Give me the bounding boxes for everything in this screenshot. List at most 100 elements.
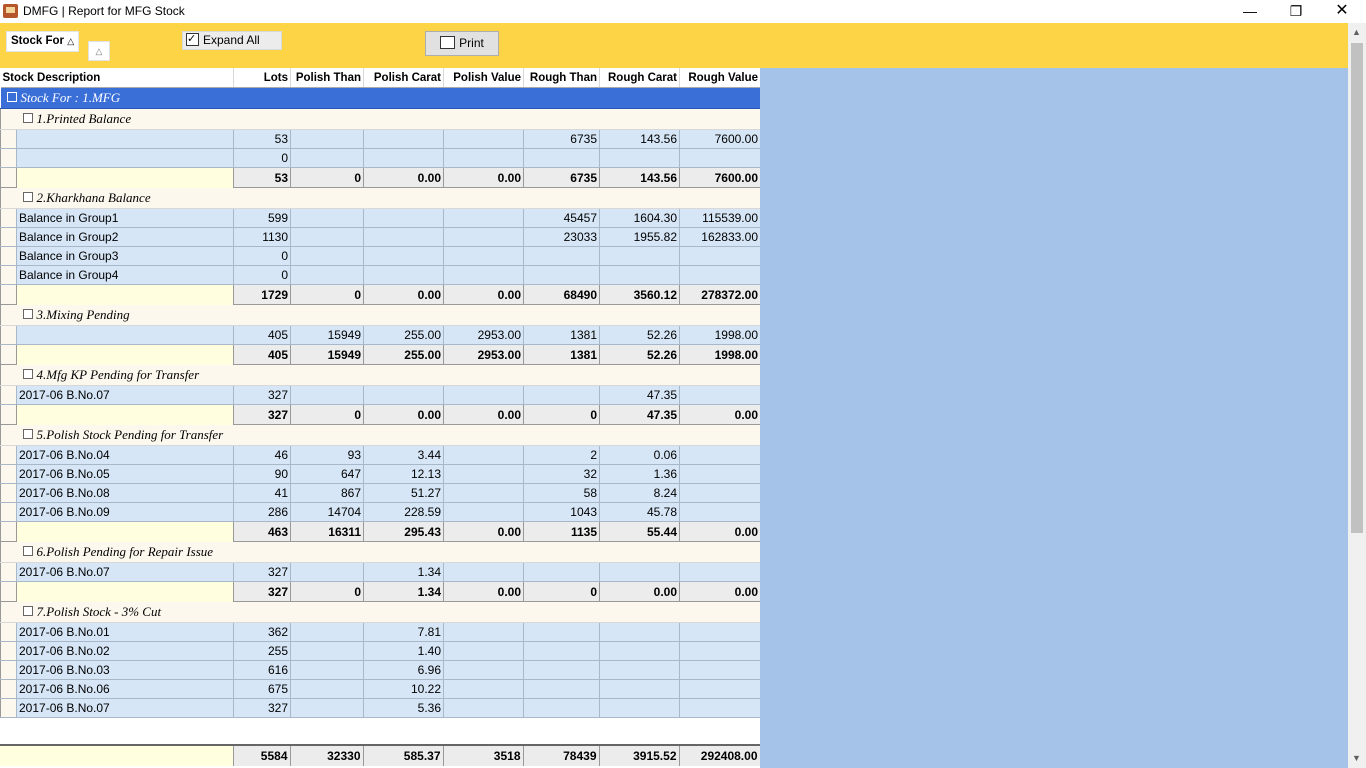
cell-value[interactable] — [679, 464, 760, 484]
collapse-icon[interactable] — [22, 546, 33, 556]
cell-value[interactable] — [443, 385, 524, 405]
collapse-icon[interactable] — [22, 429, 33, 439]
collapse-icon[interactable] — [22, 192, 33, 202]
cell-value[interactable]: 10.22 — [363, 679, 444, 699]
cell-description[interactable] — [16, 325, 234, 345]
col-header-polish-value[interactable]: Polish Value — [443, 68, 524, 88]
cell-value[interactable]: 286 — [233, 502, 291, 522]
col-header-polish-carat[interactable]: Polish Carat — [363, 68, 444, 88]
table-row[interactable]: Balance in Group4 0 — [0, 265, 760, 285]
cell-value[interactable]: 2953.00 — [443, 325, 524, 345]
cell-value[interactable]: 15949 — [290, 325, 364, 345]
cell-value[interactable] — [679, 385, 760, 405]
cell-value[interactable] — [290, 265, 364, 285]
restore-icon[interactable]: ❐ — [1273, 0, 1319, 23]
cell-description[interactable]: 2017-06 B.No.01 — [16, 622, 234, 642]
cell-value[interactable] — [523, 385, 600, 405]
cell-value[interactable]: 255 — [233, 641, 291, 661]
cell-value[interactable] — [443, 246, 524, 266]
cell-value[interactable]: 32 — [523, 464, 600, 484]
cell-value[interactable]: 143.56 — [599, 129, 680, 149]
cell-value[interactable]: 7.81 — [363, 622, 444, 642]
cell-value[interactable] — [290, 641, 364, 661]
cell-value[interactable] — [290, 622, 364, 642]
cell-value[interactable] — [363, 265, 444, 285]
group-row[interactable]: 3.Mixing Pending — [0, 304, 760, 326]
cell-value[interactable]: 1998.00 — [679, 325, 760, 345]
cell-value[interactable]: 47.35 — [599, 385, 680, 405]
collapse-icon[interactable] — [22, 606, 33, 616]
cell-value[interactable] — [443, 227, 524, 247]
cell-value[interactable]: 14704 — [290, 502, 364, 522]
cell-value[interactable] — [679, 660, 760, 680]
cell-value[interactable] — [443, 622, 524, 642]
cell-value[interactable] — [363, 227, 444, 247]
cell-value[interactable] — [523, 698, 600, 718]
col-header-rough-carat[interactable]: Rough Carat — [599, 68, 680, 88]
group-by-drop-slot[interactable]: △ — [88, 41, 110, 61]
cell-value[interactable] — [599, 660, 680, 680]
cell-value[interactable] — [443, 208, 524, 228]
table-row[interactable]: Balance in Group1 599 45457 1604.30 115539.0… — [0, 208, 760, 228]
table-row[interactable]: 2017-06 B.No.01 362 7.81 — [0, 622, 760, 642]
table-row[interactable]: 2017-06 B.No.07 327 5.36 — [0, 698, 760, 718]
table-row[interactable]: 2017-06 B.No.02 255 1.40 — [0, 641, 760, 661]
cell-value[interactable]: 23033 — [523, 227, 600, 247]
col-header-rough-than[interactable]: Rough Than — [523, 68, 600, 88]
cell-description[interactable]: 2017-06 B.No.07 — [16, 385, 234, 405]
cell-value[interactable] — [679, 445, 760, 465]
cell-description[interactable]: 2017-06 B.No.02 — [16, 641, 234, 661]
cell-value[interactable]: 0 — [233, 246, 291, 266]
table-row[interactable]: 2017-06 B.No.03 616 6.96 — [0, 660, 760, 680]
cell-value[interactable] — [443, 148, 524, 168]
cell-value[interactable]: 5.36 — [363, 698, 444, 718]
collapse-icon[interactable] — [6, 92, 17, 102]
cell-description[interactable] — [16, 129, 234, 149]
cell-value[interactable]: 327 — [233, 562, 291, 582]
table-row[interactable]: 2017-06 B.No.07 327 1.34 — [0, 562, 760, 582]
cell-value[interactable] — [363, 246, 444, 266]
cell-value[interactable]: 51.27 — [363, 483, 444, 503]
cell-value[interactable] — [679, 698, 760, 718]
group-row[interactable]: 7.Polish Stock - 3% Cut — [0, 601, 760, 623]
cell-value[interactable]: 0 — [233, 265, 291, 285]
scroll-thumb[interactable] — [1351, 43, 1363, 533]
cell-description[interactable]: 2017-06 B.No.07 — [16, 562, 234, 582]
cell-value[interactable] — [679, 483, 760, 503]
cell-value[interactable] — [599, 641, 680, 661]
cell-value[interactable]: 1130 — [233, 227, 291, 247]
cell-value[interactable] — [679, 641, 760, 661]
cell-value[interactable] — [443, 660, 524, 680]
cell-value[interactable]: 45457 — [523, 208, 600, 228]
cell-value[interactable] — [290, 148, 364, 168]
cell-value[interactable]: 58 — [523, 483, 600, 503]
cell-value[interactable] — [443, 698, 524, 718]
group-row[interactable]: 6.Polish Pending for Repair Issue — [0, 541, 760, 563]
cell-value[interactable]: 599 — [233, 208, 291, 228]
cell-value[interactable]: 1604.30 — [599, 208, 680, 228]
cell-value[interactable]: 0 — [233, 148, 291, 168]
cell-value[interactable] — [523, 246, 600, 266]
table-row[interactable]: 2017-06 B.No.07 327 47.35 — [0, 385, 760, 405]
col-header-rough-value[interactable]: Rough Value — [679, 68, 760, 88]
scroll-down-icon[interactable]: ▼ — [1352, 753, 1361, 763]
cell-value[interactable]: 228.59 — [363, 502, 444, 522]
cell-value[interactable]: 7600.00 — [679, 129, 760, 149]
cell-value[interactable] — [523, 660, 600, 680]
cell-value[interactable]: 6.96 — [363, 660, 444, 680]
cell-value[interactable] — [363, 148, 444, 168]
cell-value[interactable] — [523, 622, 600, 642]
group-row[interactable]: 4.Mfg KP Pending for Transfer — [0, 364, 760, 386]
cell-value[interactable] — [290, 208, 364, 228]
collapse-icon[interactable] — [22, 369, 33, 379]
cell-description[interactable]: 2017-06 B.No.06 — [16, 679, 234, 699]
cell-value[interactable]: 162833.00 — [679, 227, 760, 247]
cell-value[interactable] — [443, 464, 524, 484]
cell-value[interactable]: 1955.82 — [599, 227, 680, 247]
cell-value[interactable]: 1.34 — [363, 562, 444, 582]
table-row[interactable]: 2017-06 B.No.04 46 93 3.44 2 0.06 — [0, 445, 760, 465]
scroll-up-icon[interactable]: ▲ — [1352, 27, 1361, 37]
cell-value[interactable]: 6735 — [523, 129, 600, 149]
cell-value[interactable] — [443, 129, 524, 149]
table-row[interactable]: Balance in Group2 1130 23033 1955.82 162833.… — [0, 227, 760, 247]
